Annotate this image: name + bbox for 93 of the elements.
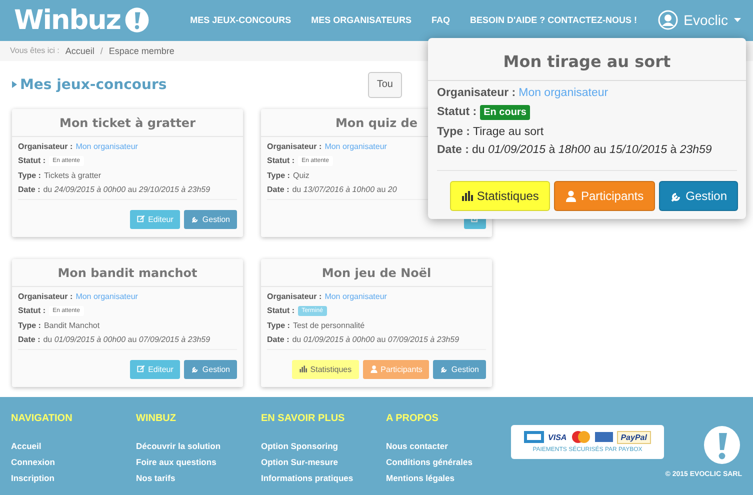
date-range: du 01/09/2015 à 18h00 au 15/10/2015 à 23h59 xyxy=(472,144,712,156)
user-avatar-icon xyxy=(658,10,678,30)
footer-link[interactable]: Inscription xyxy=(11,472,136,483)
card-title: Mon jeu de Noël xyxy=(261,258,492,287)
date-range: du 01/09/2015 à 00h00 au 07/09/2015 à 23h59 xyxy=(292,334,460,344)
footer-link[interactable]: Conditions générales xyxy=(386,456,511,467)
organiser-link[interactable]: Mon organisateur xyxy=(76,292,138,301)
breadcrumb-label: Vous êtes ici : xyxy=(10,46,60,56)
field-label: Type : xyxy=(267,320,290,330)
field-label: Organisateur : xyxy=(18,292,73,301)
edit-icon xyxy=(137,215,146,224)
statistics-button[interactable]: Statistiques xyxy=(450,180,550,211)
caret-icon xyxy=(734,18,741,22)
logo-icon xyxy=(124,7,150,34)
visa-logo: VISA xyxy=(548,432,567,442)
game-type: Bandit Manchot xyxy=(44,320,100,330)
statistics-button[interactable]: Statistiques xyxy=(292,360,359,379)
field-label: Type : xyxy=(18,320,41,330)
nav-link[interactable]: BESOIN D'AIDE ? CONTACTEZ-NOUS ! xyxy=(470,15,638,26)
footer-heading: A PROPOS xyxy=(386,412,440,424)
manage-button[interactable]: Gestion xyxy=(658,180,738,211)
card-title: Mon ticket à gratter xyxy=(12,108,243,137)
footer-link[interactable]: Option Sponsoring xyxy=(261,440,386,451)
organiser-link[interactable]: Mon organisateur xyxy=(76,142,138,151)
person-icon xyxy=(564,190,577,202)
paypal-logo: PayPal xyxy=(616,430,651,444)
card-logo-icon xyxy=(594,432,613,442)
manage-button[interactable]: Gestion xyxy=(184,360,237,379)
nav-link[interactable]: MES JEUX-CONCOURS xyxy=(190,15,292,26)
footer-link[interactable]: Nous contacter xyxy=(386,440,511,451)
field-label: Date : xyxy=(267,334,290,344)
field-label: Date : xyxy=(267,184,290,194)
footer-link[interactable]: Connexion xyxy=(11,456,136,467)
date-range: du 01/09/2015 à 00h00 au 07/09/2015 à 23h59 xyxy=(43,334,210,344)
footer-heading: EN SAVOIR PLUS xyxy=(261,412,346,424)
bar-chart-icon xyxy=(460,190,473,202)
footer-link[interactable]: Découvrir la solution xyxy=(136,440,261,451)
status-badge: En cours xyxy=(480,104,530,120)
logo-text: Winbuz xyxy=(14,4,121,36)
participants-button[interactable]: Participants xyxy=(362,360,430,379)
field-label: Organisateur : xyxy=(18,142,73,151)
field-label: Date : xyxy=(18,184,40,194)
footer-link[interactable]: Informations pratiques xyxy=(261,472,386,483)
chevron-icon xyxy=(12,81,17,88)
field-label: Date : xyxy=(437,144,469,156)
game-type: Test de personnalité xyxy=(292,320,365,330)
game-type: Tickets à gratter xyxy=(44,170,102,180)
page-title: Mes jeux-concours xyxy=(20,76,167,93)
field-label: Type : xyxy=(267,170,290,180)
organiser-link[interactable]: Mon organisateur xyxy=(324,292,387,301)
breadcrumb-link[interactable]: Espace membre xyxy=(108,46,174,56)
field-label: Organisateur : xyxy=(437,86,516,99)
footer-link[interactable]: Nos tarifs xyxy=(136,472,261,483)
footer-heading: WINBUZ xyxy=(136,412,177,424)
organiser-link[interactable]: Mon organisateur xyxy=(518,86,608,99)
field-label: Organisateur : xyxy=(267,142,322,151)
field-label: Type : xyxy=(437,126,470,138)
date-range: du 13/07/2016 à 10h00 au 20 xyxy=(292,184,397,194)
breadcrumb-link[interactable]: Accueil xyxy=(65,46,94,56)
manage-button[interactable]: Gestion xyxy=(184,210,237,229)
nav-link[interactable]: MES ORGANISATEURS xyxy=(311,15,412,26)
field-label: Statut : xyxy=(18,306,46,316)
field-label: Statut : xyxy=(267,306,295,316)
field-label: Statut : xyxy=(18,156,46,166)
organiser-link[interactable]: Mon organisateur xyxy=(324,142,387,151)
field-label: Statut : xyxy=(267,156,295,166)
manage-button[interactable]: Gestion xyxy=(433,360,486,379)
nav-link[interactable]: FAQ xyxy=(432,15,450,26)
edit-icon xyxy=(137,365,146,374)
bar-chart-icon xyxy=(299,365,308,374)
person-icon xyxy=(370,365,378,374)
game-type: Quiz xyxy=(292,170,310,180)
field-label: Type : xyxy=(18,170,41,180)
footer-link[interactable]: Foire aux questions xyxy=(136,456,261,467)
exclamation-logo-icon xyxy=(702,424,742,465)
filter-dropdown[interactable]: Tou xyxy=(368,72,402,98)
footer-link[interactable]: Option Sur-mesure xyxy=(261,456,386,467)
field-label: Organisateur : xyxy=(267,292,322,301)
participants-button[interactable]: Participants xyxy=(554,180,655,211)
mastercard-icon xyxy=(570,431,591,444)
footer-heading: NAVIGATION xyxy=(11,412,74,424)
editor-button[interactable]: Editeur xyxy=(130,210,180,229)
date-range: du 24/09/2015 à 00h00 au 29/10/2015 à 23h59 xyxy=(43,184,210,194)
card-logo-icon xyxy=(524,431,544,444)
field-label: Date : xyxy=(18,334,40,344)
breadcrumb-separator: / xyxy=(100,46,103,56)
popup-title: Mon tirage au sort xyxy=(428,38,746,81)
footer-link[interactable]: Mentions légales xyxy=(386,472,511,483)
footer-link[interactable]: Accueil xyxy=(11,440,136,451)
card-title: Mon bandit manchot xyxy=(12,258,243,287)
field-label: Statut : xyxy=(437,106,477,118)
editor-button[interactable]: Editeur xyxy=(130,360,180,379)
user-name[interactable]: Evoclic xyxy=(684,12,728,28)
